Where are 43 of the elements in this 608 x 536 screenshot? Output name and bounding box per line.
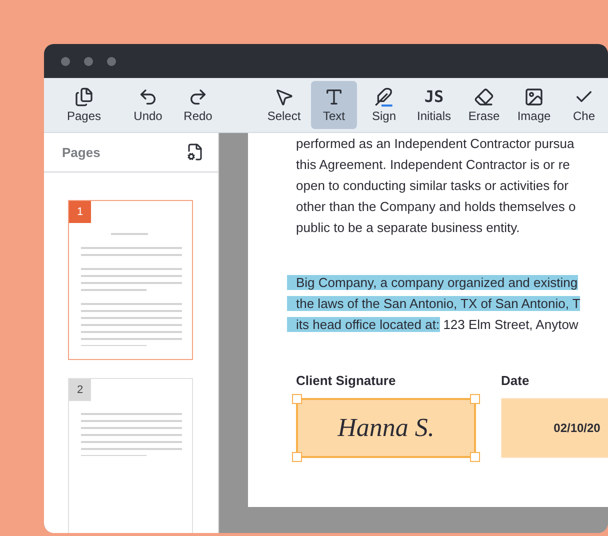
- toolbar-button[interactable]: Undo: [125, 81, 171, 129]
- window-dot[interactable]: [107, 56, 116, 66]
- date-field[interactable]: 02/10/20: [501, 398, 608, 458]
- eraser-icon: [474, 87, 494, 107]
- page-number-badge: 2: [69, 379, 91, 401]
- toolbar-button[interactable]: JS Initials: [411, 81, 457, 129]
- toolbar-button[interactable]: Che: [561, 81, 607, 129]
- resize-handle[interactable]: [470, 394, 480, 404]
- body-text: performed as an Independent Contractor pursua: [295, 136, 574, 151]
- toolbar-button[interactable]: Image: [511, 81, 557, 129]
- image-icon: [524, 87, 544, 107]
- redo-icon: [188, 87, 208, 107]
- field-label: Date: [501, 373, 530, 389]
- body-text: other than the Company and holds themselves o: [295, 199, 576, 214]
- page-number-badge: 1: [69, 201, 91, 223]
- toolbar-button[interactable]: Erase: [461, 81, 507, 129]
- pointer-icon: [274, 87, 294, 107]
- highlighted-text: its head office located at:: [287, 317, 440, 332]
- highlighted-text: Big Company, a company organized and existing: [287, 275, 578, 290]
- sidebar-title: Pages: [62, 144, 100, 160]
- feather-pen-icon: [374, 87, 394, 107]
- body-text: open to conducting similar tasks or activities for: [295, 178, 568, 193]
- toolbar-button[interactable]: Text: [311, 81, 357, 129]
- toolbar-button[interactable]: Select: [261, 81, 307, 129]
- window-dot[interactable]: [61, 56, 70, 66]
- window-dot[interactable]: [84, 56, 93, 66]
- body-text: 123 Elm Street, Anytow: [442, 317, 578, 332]
- body-text: public to be a separate business entity.: [295, 220, 520, 235]
- initials-icon: JS: [424, 87, 444, 107]
- undo-icon: [138, 87, 158, 107]
- page-settings-icon[interactable]: [186, 143, 204, 161]
- field-label: Client Signature: [296, 373, 397, 389]
- toolbar-button[interactable]: Pages: [61, 81, 107, 129]
- pages-icon: [74, 87, 94, 107]
- highlighted-text: the laws of the San Antonio, TX of San Antonio, T: [287, 296, 580, 311]
- page-thumbnail[interactable]: 2: [68, 378, 193, 533]
- resize-handle[interactable]: [292, 394, 302, 404]
- body-text: this Agreement. Independent Contractor is or re: [295, 157, 570, 172]
- toolbar-button[interactable]: Sign: [361, 81, 407, 129]
- text-icon: [324, 87, 344, 107]
- resize-handle[interactable]: [470, 452, 480, 462]
- toolbar-button[interactable]: Redo: [175, 81, 221, 129]
- resize-handle[interactable]: [292, 452, 302, 462]
